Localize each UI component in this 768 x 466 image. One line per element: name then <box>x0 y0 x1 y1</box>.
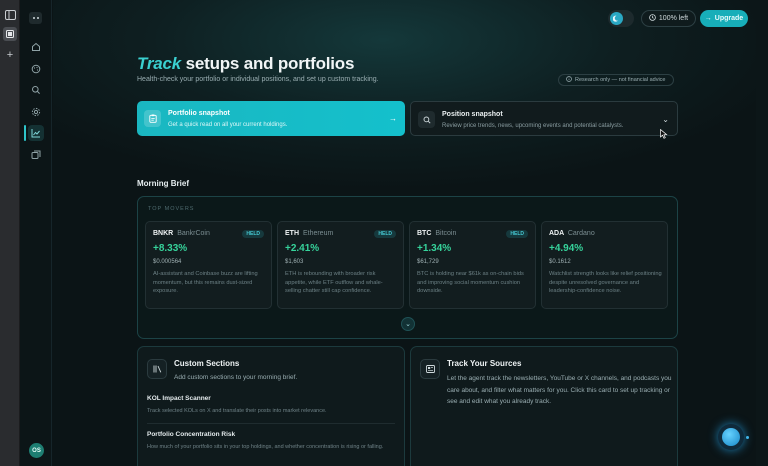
mover-ticker: BTC <box>417 230 432 237</box>
mover-change: +1.34% <box>417 243 452 254</box>
arrow-right-icon: → <box>389 114 397 123</box>
mover-name: Cardano <box>567 230 595 237</box>
new-tab-plus-icon[interactable]: + <box>3 48 17 62</box>
divider <box>147 423 395 424</box>
user-avatar[interactable]: OS <box>29 443 44 458</box>
custom-section-item[interactable]: KOL Impact Scanner Track selected KOLs o… <box>147 395 395 416</box>
top-movers-label: TOP MOVERS <box>148 206 195 212</box>
mouse-cursor-icon <box>660 126 668 139</box>
status-dot <box>746 436 749 439</box>
mover-ticker: ETH <box>285 230 299 237</box>
mover-symbol: ADA Cardano <box>549 230 595 237</box>
mover-note: Watchlist strength looks like relief pos… <box>549 271 662 294</box>
custom-section-item[interactable]: Portfolio Concentration Risk How much of… <box>147 431 395 452</box>
credits-label: 100% left <box>658 15 689 22</box>
mover-symbol: ETH Ethereum <box>285 230 333 237</box>
mover-name: Ethereum <box>302 230 334 237</box>
nav-search-icon[interactable] <box>28 82 44 98</box>
disclaimer-text: Research only — not financial advice <box>575 77 666 83</box>
track-sources-title: Track Your Sources <box>447 359 522 368</box>
mover-price: $1,603 <box>285 259 304 265</box>
clipboard-icon <box>144 110 161 127</box>
upgrade-label: Upgrade <box>714 15 744 22</box>
custom-section-description: Track selected KOLs on X and translate t… <box>147 408 327 414</box>
app-sidebar: OS <box>20 0 52 466</box>
mover-name: BankrCoin <box>177 230 210 237</box>
mover-card-btc[interactable]: BTC Bitcoin HELD +1.34% $61,729 BTC is h… <box>409 221 536 309</box>
app-logo-icon[interactable] <box>29 12 42 24</box>
nav-stack-icon[interactable] <box>28 147 44 163</box>
mover-change: +8.33% <box>153 243 188 254</box>
current-tab-icon[interactable] <box>3 27 17 41</box>
morning-brief-title: Morning Brief <box>137 179 189 188</box>
nav-gear-icon[interactable] <box>28 104 44 120</box>
held-badge: HELD <box>242 230 264 238</box>
browser-sidebar: + <box>0 0 20 466</box>
custom-sections-description: Add custom sections to your morning brie… <box>174 374 298 381</box>
sidebar-toggle-icon[interactable] <box>3 8 17 22</box>
position-snapshot-description: Review price trends, news, upcoming even… <box>442 123 624 129</box>
mover-name: Bitcoin <box>435 230 457 237</box>
mover-change: +4.94% <box>549 243 584 254</box>
newspaper-icon <box>420 359 440 379</box>
mover-symbol: BTC Bitcoin <box>417 230 456 237</box>
mover-ticker: BNKR <box>153 230 174 237</box>
assistant-orb-button[interactable] <box>718 424 749 452</box>
arrow-right-icon: → <box>704 15 712 22</box>
clock-icon <box>649 14 656 23</box>
portfolio-snapshot-card[interactable]: Portfolio snapshot Get a quick read on a… <box>137 101 405 136</box>
mover-ticker: ADA <box>549 230 564 237</box>
mover-card-ada[interactable]: ADA Cardano +4.94% $0.1612 Watchlist str… <box>541 221 668 309</box>
page-title-accent: Track <box>137 54 182 73</box>
upgrade-button[interactable]: → Upgrade <box>700 10 748 27</box>
nav-home-icon[interactable] <box>28 39 44 55</box>
search-icon <box>418 111 435 128</box>
mover-card-eth[interactable]: ETH Ethereum HELD +2.41% $1,603 ETH is r… <box>277 221 404 309</box>
position-snapshot-card[interactable]: Position snapshot Review price trends, n… <box>410 101 678 136</box>
nav-chart-line-icon[interactable] <box>28 125 44 141</box>
page-subtitle: Health-check your portfolio or individua… <box>137 76 379 83</box>
mover-note: AI-assistant and Coinbase buzz are lifti… <box>153 271 258 294</box>
mover-card-bnkr[interactable]: BNKR BankrCoin HELD +8.33% $0.000564 AI-… <box>145 221 272 309</box>
portfolio-snapshot-title: Portfolio snapshot <box>168 110 230 117</box>
custom-section-title: Portfolio Concentration Risk <box>147 431 236 438</box>
position-snapshot-title: Position snapshot <box>442 111 503 118</box>
mover-price: $61,729 <box>417 259 439 265</box>
track-sources-card[interactable]: Track Your Sources Let the agent track t… <box>410 346 678 466</box>
chevron-down-icon: ⌄ <box>405 321 411 328</box>
nav-palette-icon[interactable] <box>28 61 44 77</box>
portfolio-snapshot-description: Get a quick read on all your current hol… <box>168 122 288 128</box>
assistant-orb-icon <box>718 424 744 450</box>
custom-sections-title: Custom Sections <box>174 359 240 368</box>
mover-note: ETH is rebounding with broader risk appe… <box>285 271 383 294</box>
page-title: Track setups and portfolios <box>137 54 354 74</box>
mover-price: $0.000564 <box>153 259 182 265</box>
expand-movers-button[interactable]: ⌄ <box>401 317 415 331</box>
library-icon <box>147 359 167 379</box>
mover-note: BTC is holding near $61k as on-chain bid… <box>417 271 524 294</box>
custom-section-description: How much of your portfolio sits in your … <box>147 444 384 450</box>
mover-price: $0.1612 <box>549 259 571 265</box>
nav-active-indicator <box>24 125 26 141</box>
mover-change: +2.41% <box>285 243 320 254</box>
credits-indicator[interactable]: 100% left <box>641 10 696 27</box>
theme-toggle[interactable] <box>608 10 634 27</box>
track-sources-description: Let the agent track the newsletters, You… <box>447 375 672 405</box>
held-badge: HELD <box>374 230 396 238</box>
chevron-down-icon[interactable]: ⌄ <box>662 115 669 124</box>
top-movers-panel: TOP MOVERS BNKR BankrCoin HELD +8.33% $0… <box>137 196 678 339</box>
custom-section-title: KOL Impact Scanner <box>147 395 211 402</box>
held-badge: HELD <box>506 230 528 238</box>
custom-sections-card[interactable]: Custom Sections Add custom sections to y… <box>137 346 405 466</box>
disclaimer-badge: Research only — not financial advice <box>558 74 674 86</box>
moon-icon <box>610 12 623 25</box>
page-title-rest: setups and portfolios <box>185 54 355 73</box>
info-icon <box>566 76 572 84</box>
main-content: 100% left → Upgrade Track setups and por… <box>53 0 768 466</box>
mover-symbol: BNKR BankrCoin <box>153 230 210 237</box>
